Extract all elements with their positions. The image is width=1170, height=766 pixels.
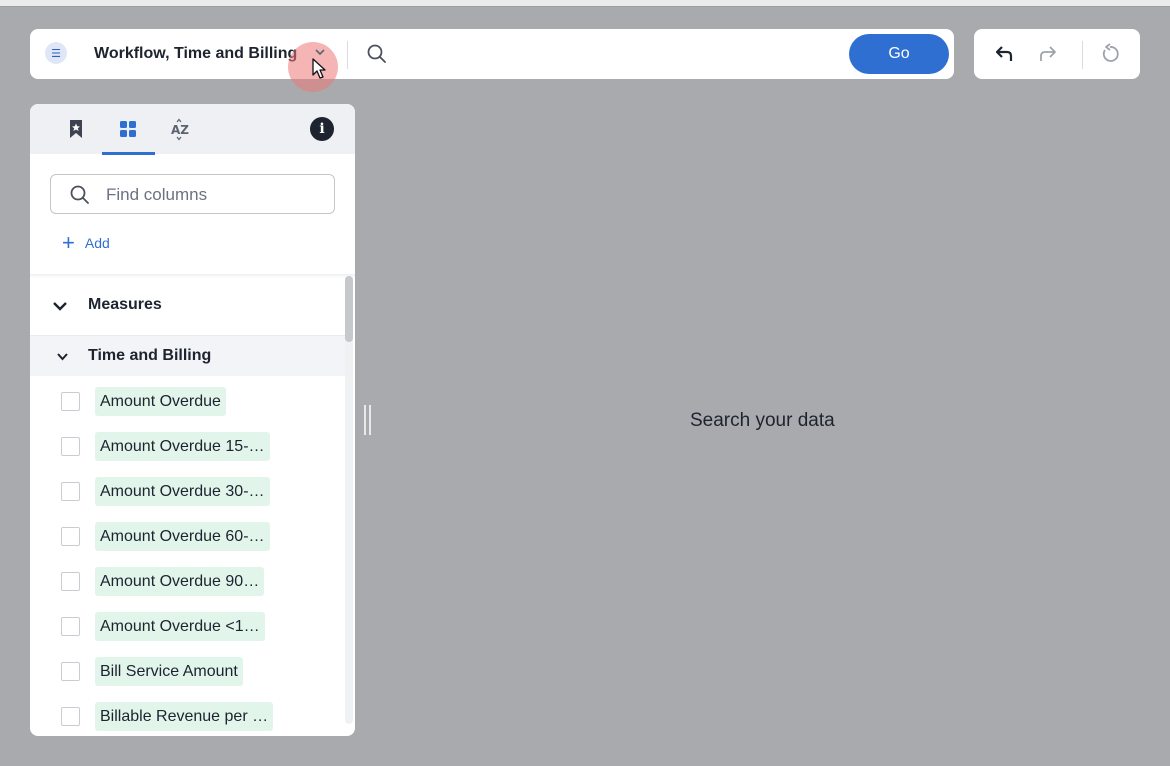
redo-icon[interactable]	[1036, 42, 1060, 66]
list-icon[interactable]: ☰	[45, 42, 67, 64]
column-pill[interactable]: Bill Service Amount	[95, 657, 243, 686]
column-pill[interactable]: Amount Overdue <1…	[95, 612, 265, 641]
svg-text:AZ: AZ	[171, 123, 189, 137]
history-toolbar	[974, 29, 1140, 79]
mouse-pointer-icon	[312, 58, 326, 79]
undo-icon[interactable]	[992, 42, 1016, 66]
section-measures[interactable]: Measures	[30, 276, 345, 336]
scrollbar-thumb[interactable]	[345, 276, 353, 342]
list-item[interactable]: Amount Overdue <1…	[30, 605, 345, 650]
chevron-down-icon	[57, 353, 68, 361]
column-list: Measures Time and Billing Amount Overdue…	[30, 276, 345, 736]
divider	[1082, 41, 1083, 69]
checkbox[interactable]	[61, 392, 80, 411]
list-item[interactable]: Amount Overdue 30-…	[30, 470, 345, 515]
divider	[347, 41, 348, 69]
search-icon[interactable]	[366, 43, 388, 65]
checkbox[interactable]	[61, 527, 80, 546]
list-item[interactable]: Amount Overdue 15-…	[30, 425, 345, 470]
column-pill[interactable]: Amount Overdue 60-…	[95, 522, 270, 551]
column-pill[interactable]: Amount Overdue 90…	[95, 567, 265, 596]
go-button[interactable]: Go	[849, 34, 949, 74]
group-label: Time and Billing	[88, 347, 212, 364]
panel-tabs: AZ i	[30, 104, 355, 155]
list-item[interactable]: Billable Revenue per …	[30, 695, 345, 736]
checkbox[interactable]	[61, 482, 80, 501]
group-time-and-billing[interactable]: Time and Billing	[30, 336, 345, 376]
panel-resize-handle[interactable]	[363, 405, 373, 435]
section-label: Measures	[88, 296, 162, 313]
search-icon	[70, 185, 89, 204]
checkbox[interactable]	[61, 707, 80, 726]
column-pill[interactable]: Amount Overdue 30-…	[95, 477, 270, 506]
datasource-name[interactable]: Workflow, Time and Billing	[94, 45, 297, 63]
checkbox[interactable]	[61, 662, 80, 681]
scrollbar-track[interactable]	[345, 276, 353, 724]
chevron-down-icon	[53, 302, 67, 311]
checkbox[interactable]	[61, 437, 80, 456]
plus-icon: +	[62, 230, 75, 255]
sort-az-icon[interactable]: AZ	[169, 117, 193, 141]
chevron-down-icon[interactable]	[313, 45, 327, 59]
bookmark-icon[interactable]	[64, 117, 88, 141]
list-item[interactable]: Amount Overdue 90…	[30, 560, 345, 605]
checkbox[interactable]	[61, 572, 80, 591]
empty-state-message: Search your data	[690, 410, 835, 431]
find-columns-input[interactable]	[106, 183, 316, 207]
column-pill[interactable]: Amount Overdue	[95, 387, 226, 416]
list-item[interactable]: Bill Service Amount	[30, 650, 345, 695]
list-item[interactable]: Amount Overdue 60-…	[30, 515, 345, 560]
columns-panel: AZ i + Add Measures Time and Billing	[30, 104, 355, 736]
find-columns-field	[50, 174, 335, 214]
info-icon[interactable]: i	[310, 117, 334, 141]
grid-icon[interactable]	[116, 117, 140, 141]
column-pill[interactable]: Billable Revenue per …	[95, 702, 274, 731]
window-top-frame	[0, 0, 1170, 7]
search-bar: ☰ Workflow, Time and Billing Go	[30, 29, 954, 92]
add-label: Add	[84, 235, 110, 251]
active-tab-indicator	[102, 152, 155, 155]
add-button[interactable]: + Add	[62, 230, 110, 255]
column-pill[interactable]: Amount Overdue 15-…	[95, 432, 270, 461]
list-item[interactable]: Amount Overdue	[30, 380, 345, 425]
checkbox[interactable]	[61, 617, 80, 636]
reset-icon[interactable]	[1098, 42, 1122, 66]
